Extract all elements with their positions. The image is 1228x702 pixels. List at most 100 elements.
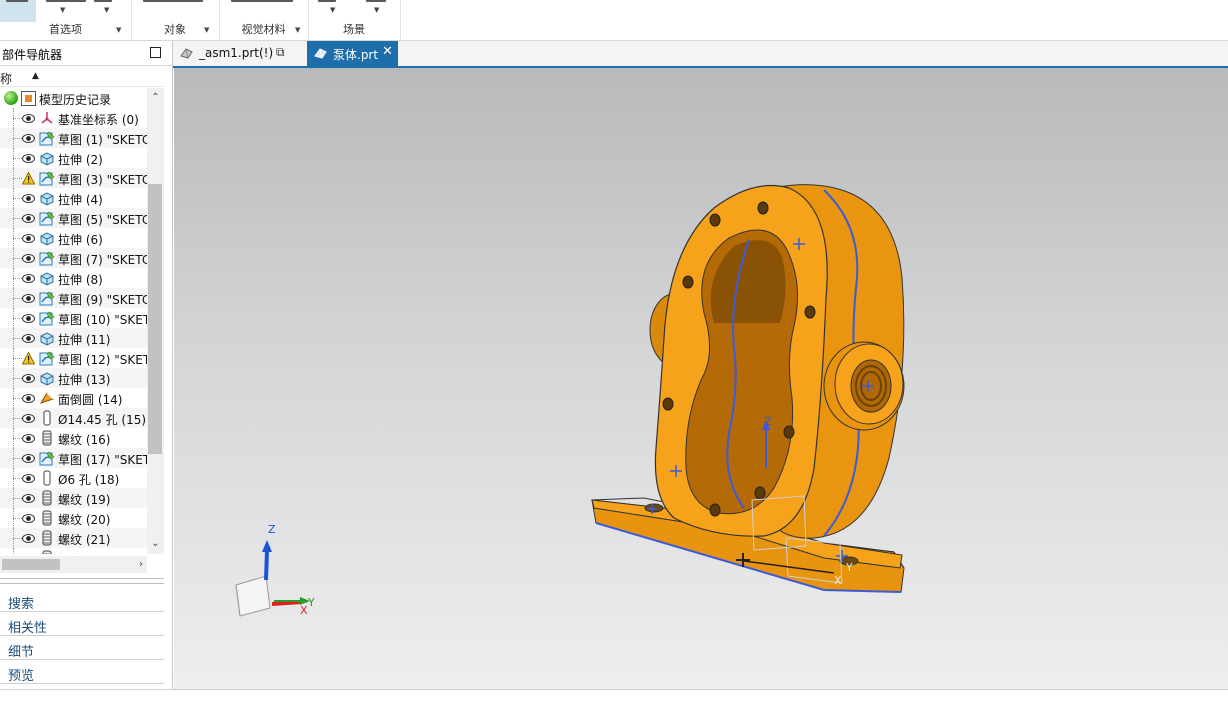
tree-node[interactable]: 草图 (17) "SKET (0, 448, 147, 468)
navigator-title-bar: 部件导航器 (0, 41, 172, 66)
visibility-eye-icon[interactable] (22, 132, 35, 145)
visibility-eye-icon[interactable] (22, 112, 35, 125)
tree-node[interactable]: 拉伸 (11) (0, 328, 147, 348)
tree-node[interactable]: 螺纹 (22) (0, 548, 147, 554)
horizontal-scrollbar[interactable]: › (0, 556, 147, 573)
sketch-icon (39, 310, 55, 326)
scroll-down-icon[interactable]: ⌄ (147, 536, 164, 552)
tree-node[interactable]: 草图 (5) "SKETC (0, 208, 147, 228)
tree-node[interactable]: 螺纹 (19) (0, 488, 147, 508)
sketch-icon (39, 450, 55, 466)
visibility-eye-icon[interactable] (22, 312, 35, 325)
tree-node[interactable]: 草图 (3) "SKETC (0, 168, 147, 188)
visibility-eye-icon[interactable] (22, 332, 35, 345)
sketch-icon (39, 350, 55, 366)
tree-node-label: 草图 (10) "SKET (58, 313, 147, 327)
visibility-eye-icon[interactable] (22, 272, 35, 285)
tree-node[interactable]: 螺纹 (21) (0, 528, 147, 548)
tree-node-label: 拉伸 (2) (58, 153, 103, 167)
tab-pump-body[interactable]: 泵体.prt ✕ (307, 41, 398, 66)
visibility-eye-icon[interactable] (22, 532, 35, 545)
visibility-eye-icon[interactable] (22, 492, 35, 505)
warning-icon[interactable] (21, 351, 36, 365)
visibility-eye-icon[interactable] (22, 372, 35, 385)
visibility-eye-icon[interactable] (22, 432, 35, 445)
tree-node[interactable]: 拉伸 (4) (0, 188, 147, 208)
tree-node[interactable]: 拉伸 (13) (0, 368, 147, 388)
tree-node[interactable]: 草图 (10) "SKET (0, 308, 147, 328)
sketch-icon (39, 290, 55, 306)
visibility-eye-icon[interactable] (22, 192, 35, 205)
panel-dependencies[interactable]: 相关性 (0, 613, 164, 636)
panel-details[interactable]: 细节 (0, 637, 164, 660)
sketch-icon (39, 170, 55, 186)
tree-node[interactable]: 草图 (1) "SKETC (0, 128, 147, 148)
tree-node-label: 拉伸 (13) (58, 373, 111, 387)
visibility-eye-icon[interactable] (22, 472, 35, 485)
ribbon-group-scene: ▼ ▼ 场景 (308, 0, 401, 40)
visibility-eye-icon[interactable] (22, 212, 35, 225)
visibility-eye-icon[interactable] (22, 232, 35, 245)
visibility-eye-icon[interactable] (22, 452, 35, 465)
tree-node[interactable]: 拉伸 (6) (0, 228, 147, 248)
tree-node[interactable]: 螺纹 (16) (0, 428, 147, 448)
tree-node[interactable]: Ø14.45 孔 (15) (0, 408, 147, 428)
visibility-eye-icon[interactable] (22, 252, 35, 265)
visibility-eye-icon[interactable] (22, 292, 35, 305)
ribbon-group-preferences: ▼ ▼ ▼ 首选项 (0, 0, 132, 40)
column-header-name[interactable]: 名称 ▲ (0, 68, 164, 87)
pump-body-model[interactable]: Z Y X (174, 68, 1228, 689)
visibility-eye-icon[interactable] (22, 392, 35, 405)
dropdown-arrow-icon[interactable]: ▼ (60, 6, 65, 14)
scroll-up-icon[interactable]: ⌃ (147, 90, 164, 106)
graphics-window[interactable]: Z Y X Z Y X (174, 68, 1228, 689)
tree-node[interactable]: 草图 (9) "SKETC (0, 288, 147, 308)
triad-z-label: Z (268, 523, 276, 536)
tree-node-label: 草图 (12) "SKET (58, 353, 147, 367)
scroll-thumb[interactable] (148, 184, 162, 454)
tree-node-label: Ø14.45 孔 (15) (58, 413, 147, 427)
vertical-scrollbar[interactable]: ⌃ ⌄ (147, 88, 164, 554)
tree-node[interactable]: 草图 (7) "SKETC (0, 248, 147, 268)
panel-search[interactable]: 搜索 (0, 589, 164, 612)
dropdown-arrow-icon[interactable]: ▼ (374, 6, 379, 14)
tab-label: 泵体.prt (333, 48, 379, 62)
panel-preview[interactable]: 预览 (0, 661, 164, 684)
tab-asm1[interactable]: _asm1.prt(!) ⧉ (173, 41, 298, 66)
visibility-eye-icon[interactable] (22, 552, 35, 554)
warning-icon[interactable] (21, 171, 36, 185)
scroll-right-icon[interactable]: › (139, 556, 143, 573)
panel-splitter[interactable] (0, 578, 164, 584)
close-icon[interactable]: ✕ (382, 44, 393, 59)
visibility-eye-icon[interactable] (22, 412, 35, 425)
dropdown-arrow-icon[interactable]: ▼ (330, 6, 335, 14)
tree-node[interactable]: 螺纹 (20) (0, 508, 147, 528)
thread-icon (39, 430, 55, 446)
tree-node[interactable]: 面倒圆 (14) (0, 388, 147, 408)
tree-node-label: 基准坐标系 (0) (58, 113, 139, 127)
sort-ascending-icon[interactable]: ▲ (32, 71, 39, 81)
external-link-icon[interactable]: ⧉ (276, 45, 285, 60)
tree-node[interactable]: 拉伸 (8) (0, 268, 147, 288)
scroll-thumb[interactable] (2, 559, 60, 570)
tree-node[interactable]: 草图 (12) "SKET (0, 348, 147, 368)
ribbon-group-label: 对象 (164, 23, 186, 36)
tree-node[interactable]: 拉伸 (2) (0, 148, 147, 168)
extrude-icon (39, 230, 55, 246)
visibility-eye-icon[interactable] (22, 152, 35, 165)
maximize-icon[interactable] (150, 47, 161, 58)
extrude-icon (39, 150, 55, 166)
svg-text:X: X (834, 574, 842, 587)
sketch-icon (39, 250, 55, 266)
hole-icon (39, 470, 55, 486)
dropdown-arrow-icon[interactable]: ▼ (104, 6, 109, 14)
visibility-eye-icon[interactable] (22, 512, 35, 525)
view-triad[interactable] (235, 540, 310, 617)
tree-node[interactable]: Ø6 孔 (18) (0, 468, 147, 488)
tree-node[interactable]: 基准坐标系 (0) (0, 108, 147, 128)
tree-root-model-history[interactable]: 模型历史记录 (0, 88, 147, 108)
tree-node-label: 草图 (9) "SKETC (58, 293, 147, 307)
tree-node-label: 螺纹 (20) (58, 513, 111, 527)
extrude-icon (39, 370, 55, 386)
model-history-icon (21, 91, 36, 106)
